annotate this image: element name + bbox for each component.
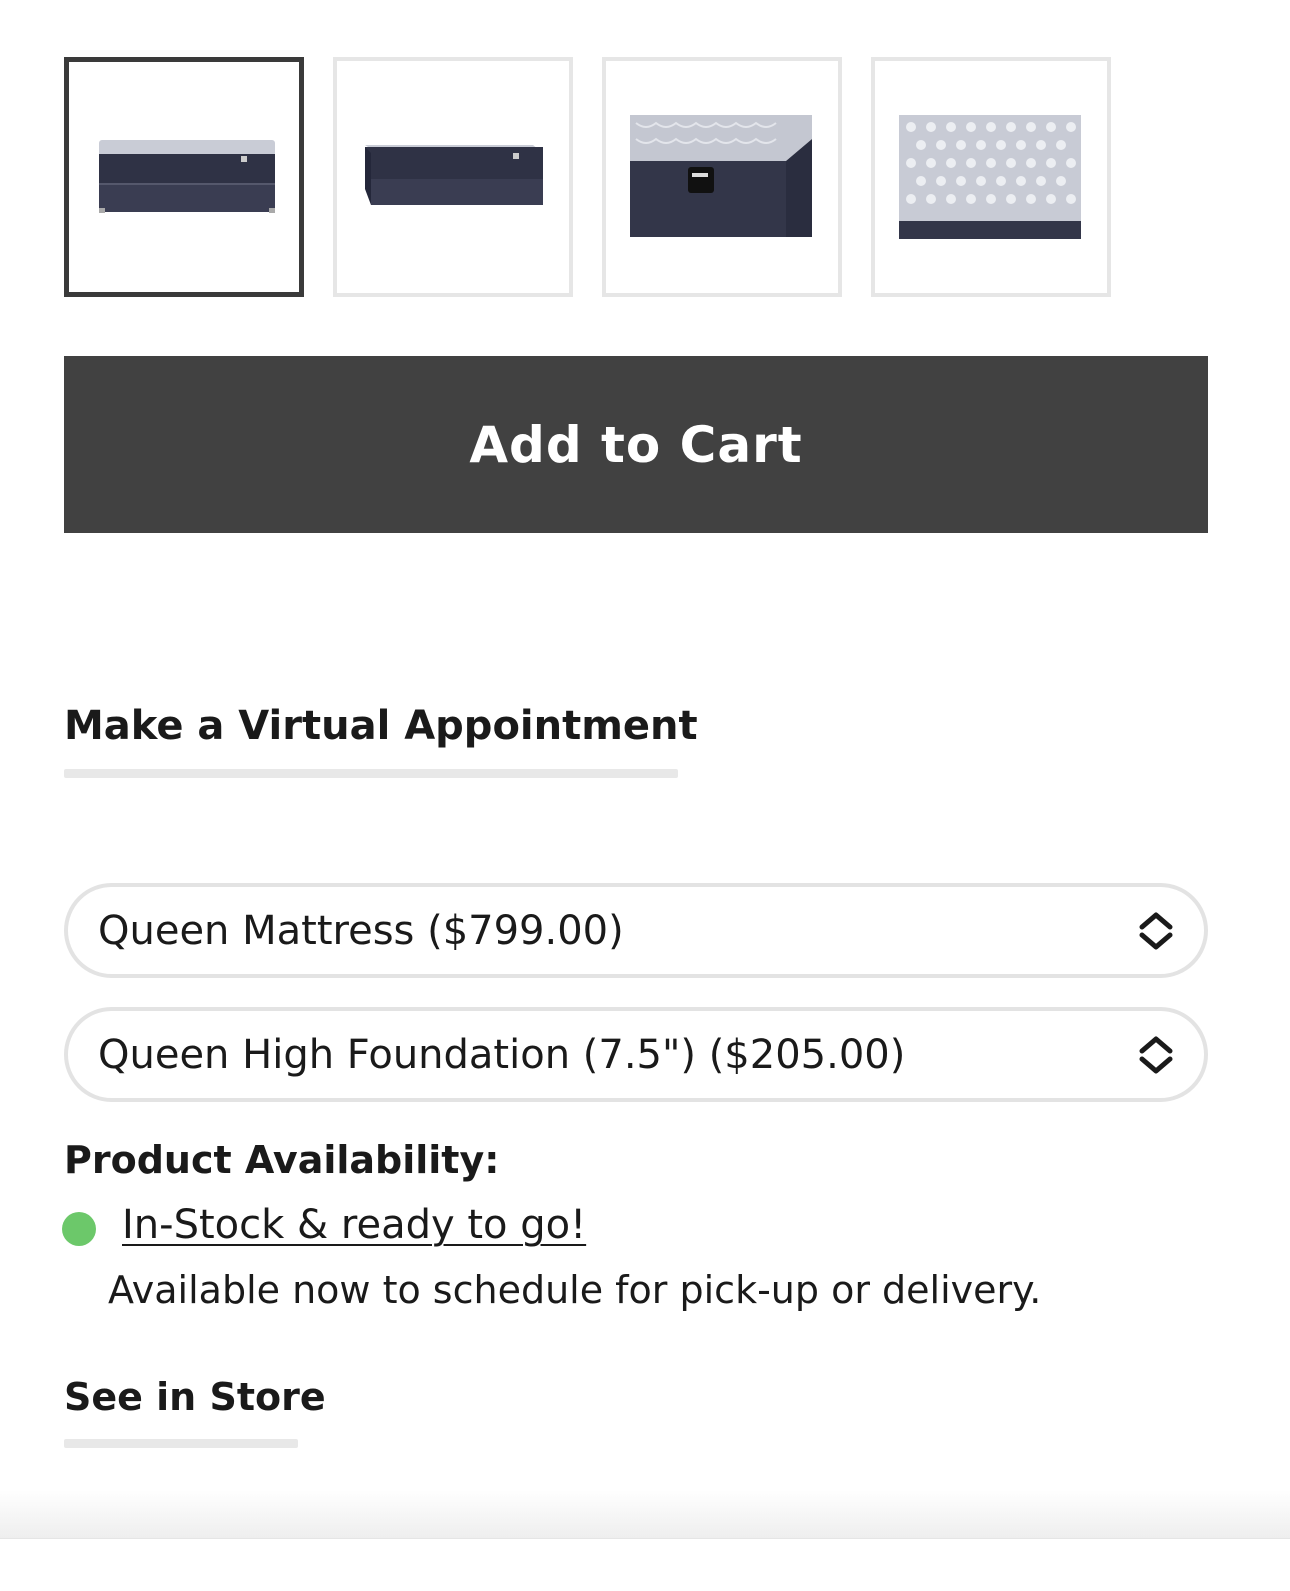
product-thumbnail-gallery [64, 57, 1144, 297]
availability-title: Product Availability: [64, 1138, 500, 1182]
in-stock-link[interactable]: In-Stock & ready to go! [122, 1202, 586, 1248]
mattress-size-select[interactable]: Queen Mattress ($799.00) [64, 883, 1208, 978]
thumbnail-1[interactable] [64, 57, 304, 297]
thumbnail-4[interactable] [871, 57, 1111, 297]
mattress-size-value: Queen Mattress ($799.00) [98, 907, 624, 954]
thumbnail-3[interactable] [602, 57, 842, 297]
in-stock-status-dot-icon [62, 1212, 96, 1246]
mattress-corner-label-image [630, 115, 812, 237]
foundation-value: Queen High Foundation (7.5") ($205.00) [98, 1031, 906, 1078]
thumbnail-2[interactable] [333, 57, 573, 297]
chevron-up-down-icon [1139, 912, 1173, 949]
foundation-select[interactable]: Queen High Foundation (7.5") ($205.00) [64, 1007, 1208, 1102]
bottom-shadow-divider [0, 1490, 1290, 1540]
chevron-up-down-icon [1139, 1036, 1173, 1073]
add-to-cart-button[interactable]: Add to Cart [64, 356, 1208, 533]
mattress-quilted-top-image [899, 115, 1081, 239]
virtual-appointment-link[interactable]: Make a Virtual Appointment [64, 703, 698, 749]
virtual-appointment-underline [64, 769, 678, 778]
see-in-store-link[interactable]: See in Store [64, 1375, 326, 1419]
mattress-foundation-front-image [99, 140, 275, 213]
availability-detail: Available now to schedule for pick-up or… [108, 1268, 1042, 1312]
bottom-bar [0, 1538, 1290, 1591]
see-in-store-underline [64, 1439, 298, 1448]
mattress-foundation-angle-image [365, 145, 543, 205]
